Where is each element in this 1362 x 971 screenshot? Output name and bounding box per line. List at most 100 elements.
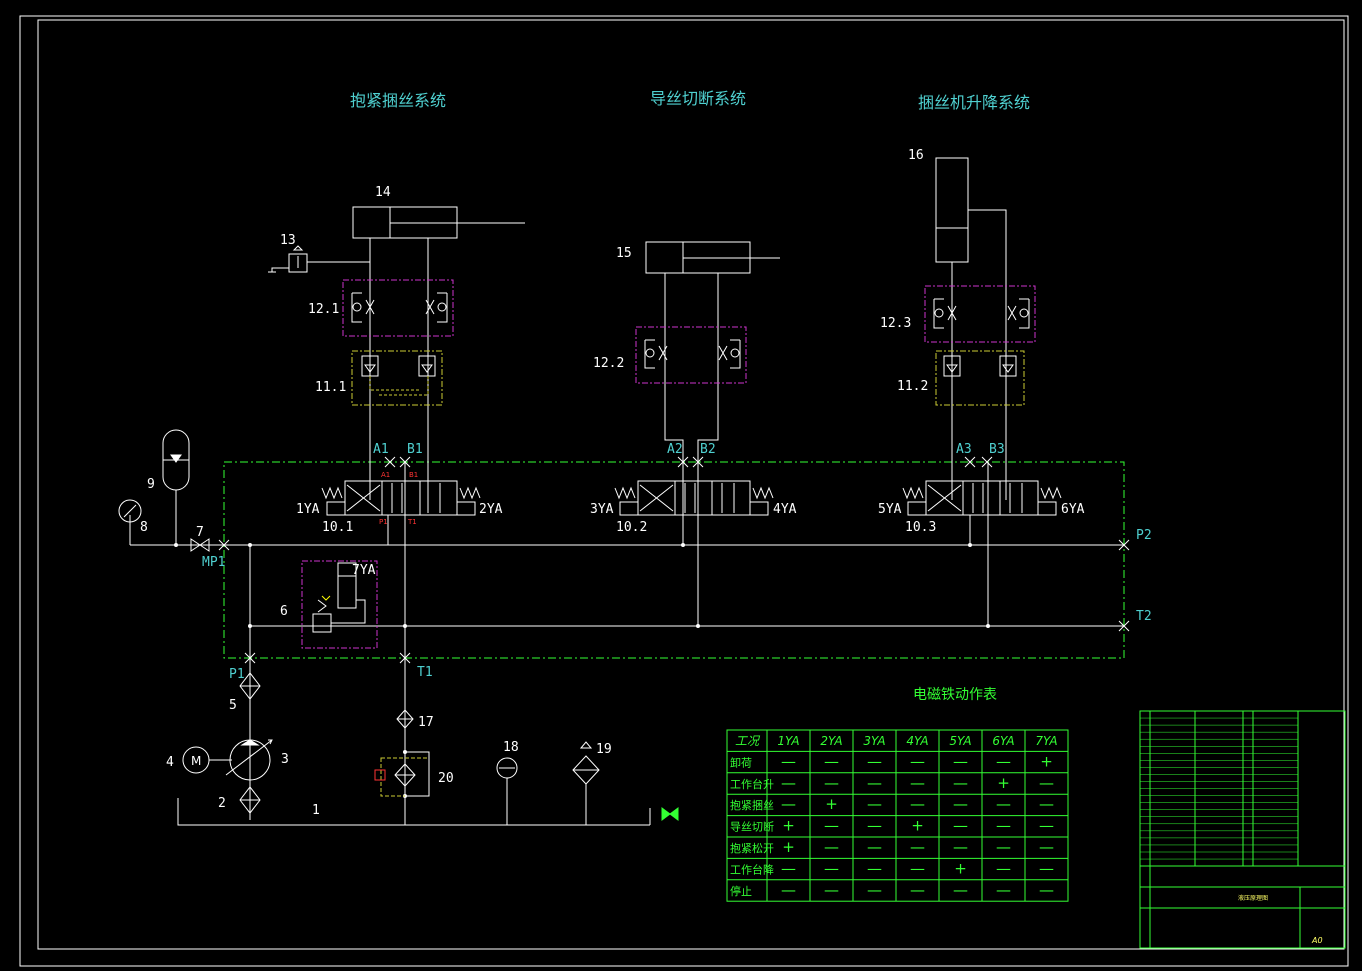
title-block-rows bbox=[1140, 717, 1298, 860]
table-cell: — bbox=[910, 859, 925, 877]
table-cell: — bbox=[824, 817, 839, 835]
throttle-block-12-1 bbox=[342, 279, 454, 337]
drain-valve bbox=[649, 807, 679, 825]
solenoid-1YA: 1YA bbox=[296, 502, 320, 517]
table-cell: — bbox=[953, 752, 968, 770]
table-cell: — bbox=[1039, 859, 1054, 877]
label-6: 6 bbox=[280, 604, 288, 619]
table-cell: — bbox=[910, 774, 925, 792]
table-row-label: 抱紧松开 bbox=[730, 841, 774, 855]
table-cell: — bbox=[867, 817, 882, 835]
label-14: 14 bbox=[375, 185, 391, 200]
table-cell: — bbox=[953, 795, 968, 813]
solenoid-table-title: 电磁铁动作表 bbox=[913, 687, 997, 703]
valve-10-2 bbox=[637, 480, 751, 516]
label-5: 5 bbox=[229, 698, 237, 713]
label-10-3: 10.3 bbox=[905, 520, 936, 535]
table-cell: — bbox=[996, 881, 1011, 899]
hydraulic-schematic: 抱紧捆丝系统 导丝切断系统 捆丝机升降系统 M 14 13 12.1 11.1 … bbox=[19, 15, 1349, 967]
cylinder-16 bbox=[935, 157, 969, 263]
label-12-2: 12.2 bbox=[593, 356, 624, 371]
port-T2: T2 bbox=[1136, 609, 1152, 624]
port-B1: B1 bbox=[407, 442, 423, 457]
label-11-1: 11.1 bbox=[315, 380, 346, 395]
solenoid-table: 工况 1YA 2YA 3YA 4YA 5YA 6YA 7YA 卸荷 — — — — — — + 工作台升 — — — —… bbox=[726, 729, 1069, 902]
table-cell: — bbox=[910, 881, 925, 899]
table-cell: — bbox=[781, 752, 796, 770]
label-3: 3 bbox=[281, 752, 289, 767]
table-cell: — bbox=[867, 838, 882, 856]
table-cell: + bbox=[1040, 752, 1053, 770]
accumulator-9 bbox=[162, 429, 190, 491]
table-row-label: 工作台降 bbox=[730, 862, 774, 876]
table-cell: — bbox=[867, 881, 882, 899]
title-block bbox=[1139, 710, 1346, 949]
system2-title: 导丝切断系统 bbox=[650, 89, 746, 108]
system3-title: 捆丝机升降系统 bbox=[918, 93, 1030, 112]
table-row-label: 抱紧捆丝 bbox=[730, 798, 774, 812]
label-10-1: 10.1 bbox=[322, 520, 353, 535]
port-P2: P2 bbox=[1136, 528, 1152, 543]
label-19: 19 bbox=[596, 742, 612, 757]
label-2: 2 bbox=[218, 796, 226, 811]
label-15: 15 bbox=[616, 246, 632, 261]
label-10-2: 10.2 bbox=[616, 520, 647, 535]
table-cell: — bbox=[824, 752, 839, 770]
table-column-header: 7YA bbox=[1035, 734, 1057, 748]
table-cell: — bbox=[996, 859, 1011, 877]
system2-circuit bbox=[614, 241, 780, 626]
solenoid-2YA: 2YA bbox=[479, 502, 503, 517]
relief-valve-13 bbox=[268, 245, 370, 273]
solenoid-4YA: 4YA bbox=[773, 502, 797, 517]
throttle-block-12-3 bbox=[924, 285, 1036, 343]
title-block-sheet-size: A0 bbox=[1311, 936, 1323, 945]
table-cell: + bbox=[825, 795, 838, 813]
table-cell: — bbox=[781, 795, 796, 813]
table-cell: — bbox=[867, 795, 882, 813]
table-cell: — bbox=[824, 859, 839, 877]
throttle-block-12-2 bbox=[635, 326, 747, 384]
table-cell: — bbox=[867, 774, 882, 792]
port-MP1: MP1 bbox=[202, 555, 225, 570]
table-cell: + bbox=[782, 817, 795, 835]
table-cell: — bbox=[867, 752, 882, 770]
table-cell: — bbox=[1039, 795, 1054, 813]
table-cell: — bbox=[824, 838, 839, 856]
table-cell: — bbox=[781, 859, 796, 877]
table-cell: + bbox=[954, 859, 967, 877]
table-cell: + bbox=[782, 838, 795, 856]
table-column-header: 2YA bbox=[820, 734, 842, 748]
label-20: 20 bbox=[438, 771, 454, 786]
table-row-label: 停止 bbox=[730, 884, 752, 898]
table-row-label: 工作台升 bbox=[730, 777, 774, 791]
label-1: 1 bbox=[312, 803, 320, 818]
solenoid-5YA: 5YA bbox=[878, 502, 902, 517]
table-cell: — bbox=[953, 817, 968, 835]
solenoid-3YA: 3YA bbox=[590, 502, 614, 517]
table-cell: — bbox=[781, 774, 796, 792]
table-column-header: 1YA bbox=[777, 734, 799, 748]
port-B3: B3 bbox=[989, 442, 1005, 457]
label-8: 8 bbox=[140, 520, 148, 535]
table-cell: — bbox=[953, 881, 968, 899]
table-cell: — bbox=[910, 752, 925, 770]
table-column-header: 3YA bbox=[863, 734, 885, 748]
manifold-block bbox=[223, 461, 1125, 659]
table-cell: — bbox=[996, 817, 1011, 835]
label-16: 16 bbox=[908, 148, 924, 163]
label-12-3: 12.3 bbox=[880, 316, 911, 331]
table-cell: — bbox=[996, 795, 1011, 813]
table-column-header: 4YA bbox=[906, 734, 928, 748]
table-cell: — bbox=[996, 752, 1011, 770]
motor-label: M bbox=[191, 754, 201, 768]
label-11-2: 11.2 bbox=[897, 379, 928, 394]
valve1-tag-b: B1 bbox=[409, 471, 418, 479]
label-18: 18 bbox=[503, 740, 519, 755]
table-cell: — bbox=[1039, 774, 1054, 792]
outer-border bbox=[19, 15, 1349, 967]
port-A3: A3 bbox=[956, 442, 972, 457]
table-cell: — bbox=[781, 881, 796, 899]
label-17: 17 bbox=[418, 715, 434, 730]
table-cell: — bbox=[953, 838, 968, 856]
table-row-label: 卸荷 bbox=[730, 755, 752, 769]
